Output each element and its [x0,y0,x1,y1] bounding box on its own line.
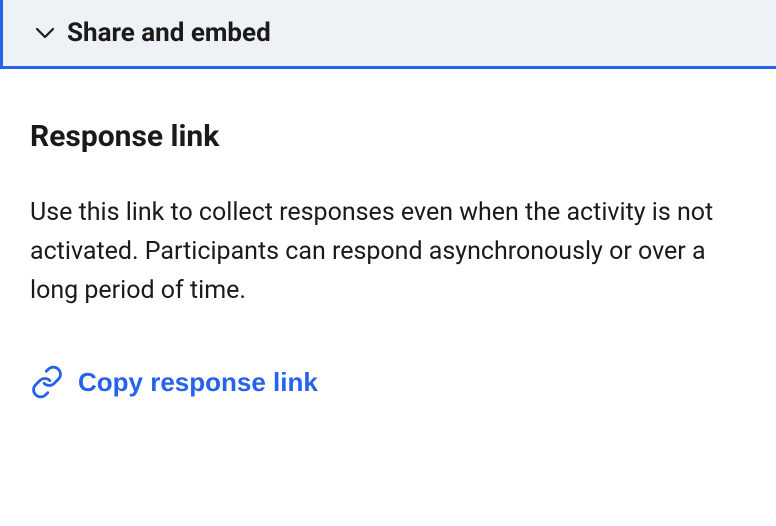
section-title: Response link [30,119,746,154]
section-description: Use this link to collect responses even … [30,194,730,310]
accordion-title: Share and embed [67,18,271,48]
copy-response-link-label: Copy response link [78,367,318,398]
link-icon [30,365,64,399]
chevron-down-icon [33,21,57,45]
accordion-content: Response link Use this link to collect r… [0,69,776,433]
accordion-header-share-embed[interactable]: Share and embed [0,0,776,69]
copy-response-link-button[interactable]: Copy response link [30,365,318,399]
